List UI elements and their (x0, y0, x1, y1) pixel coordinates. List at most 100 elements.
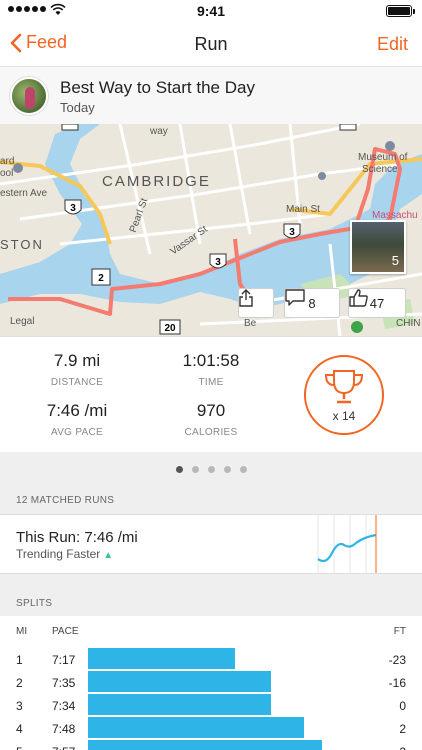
calories-label: CALORIES (184, 427, 238, 438)
kudos-count: 47 (369, 295, 385, 311)
time-label: TIME (198, 377, 224, 388)
stat-avg-pace: 7:46 /mi AVG PACE (12, 401, 142, 438)
page-dot[interactable] (207, 465, 215, 473)
thumbs-up-icon (349, 289, 368, 307)
stat-calories: 970 CALORIES (146, 401, 276, 438)
split-bar (88, 671, 271, 692)
map-label-harvard: ard (0, 156, 14, 167)
map-label-legal: Legal (10, 316, 34, 327)
split-pace: 7:35 (52, 676, 76, 690)
activity-date: Today (60, 100, 95, 115)
trend-text: Trending Faster ▲ (16, 547, 113, 561)
avatar[interactable] (10, 77, 48, 115)
distance-value: 7.9 mi (53, 351, 101, 370)
page-dot[interactable] (175, 465, 183, 473)
svg-text:3: 3 (70, 203, 76, 214)
battery-icon (386, 5, 415, 17)
map-label-museum: Museum of (358, 152, 408, 163)
route-shield: 3 (283, 223, 301, 239)
split-mile: 3 (16, 699, 23, 713)
photo-thumbnail[interactable]: 5 (350, 220, 406, 274)
map-label-main: Main St (286, 204, 320, 215)
split-elevation: 0 (399, 699, 406, 713)
map-label-way: way (149, 126, 168, 137)
stats-panel: 7.9 mi DISTANCE 1:01:58 TIME 7:46 /mi AV… (0, 336, 422, 452)
splits-table: MI PACE FT 17:17-2327:35-1637:34047:4825… (0, 616, 422, 750)
trend-up-icon: ▲ (103, 550, 114, 561)
split-mile: 5 (16, 745, 23, 750)
split-row: 2 7:35 -16 (0, 671, 422, 693)
map-label-bvd: Be (244, 318, 257, 329)
svg-text:3: 3 (215, 257, 221, 268)
map-label-science: Science (362, 164, 398, 175)
split-bar (88, 717, 304, 738)
split-mile: 1 (16, 653, 23, 667)
route-shield: 3 (209, 253, 227, 269)
split-pace: 7:17 (52, 653, 76, 667)
split-row: 4 7:48 2 (0, 717, 422, 739)
comments-button[interactable]: 8 (284, 288, 340, 318)
split-mile: 4 (16, 722, 23, 736)
page-title: Run (194, 34, 228, 54)
map-label-school: ool (0, 168, 13, 179)
matched-runs-row[interactable]: This Run: 7:46 /mi Trending Faster ▲ (0, 514, 422, 574)
page-dot[interactable] (239, 465, 247, 473)
trend-sparkline (317, 515, 377, 573)
activity-header[interactable]: Best Way to Start the Day Today (0, 66, 422, 124)
stat-time: 1:01:58 TIME (146, 351, 276, 388)
status-time: 9:41 (196, 3, 226, 19)
map-label-boston: STON (0, 237, 44, 252)
edit-button[interactable]: Edit (377, 34, 408, 55)
time-value: 1:01:58 (182, 351, 240, 370)
page-indicator[interactable] (0, 452, 422, 486)
stat-distance: 7.9 mi DISTANCE (12, 351, 142, 388)
splits-col-pace: PACE (52, 626, 79, 637)
comment-icon (285, 289, 305, 306)
split-bar (88, 740, 322, 750)
split-row: 3 7:34 0 (0, 694, 422, 716)
svg-text:3: 3 (289, 227, 295, 238)
share-icon (239, 289, 253, 307)
splits-col-mi: MI (16, 626, 28, 637)
split-pace: 7:34 (52, 699, 76, 713)
matched-runs-header: 12 MATCHED RUNS (0, 486, 422, 514)
map-label-western: estern Ave (0, 188, 48, 199)
status-bar: 9:41 (0, 0, 422, 22)
split-elevation: 2 (399, 745, 406, 750)
split-mile: 2 (16, 676, 23, 690)
split-row: 1 7:17 -23 (0, 648, 422, 670)
route-map[interactable]: CAMBRIDGE Pearl St Vassar St Main St est… (0, 124, 422, 336)
distance-label: DISTANCE (50, 377, 104, 388)
photo-count: 5 (391, 253, 399, 268)
svg-text:20: 20 (164, 323, 176, 334)
route-shield: 2 (91, 268, 111, 286)
achievements-button[interactable]: x 14 (304, 355, 384, 435)
this-run-pace: This Run: 7:46 /mi (16, 529, 138, 546)
split-pace: 7:48 (52, 722, 76, 736)
split-bar (88, 648, 235, 669)
calories-value: 970 (196, 401, 226, 420)
split-elevation: -16 (388, 676, 406, 690)
route-shield: 20 (159, 319, 181, 335)
trend-label: Trending Faster (16, 547, 101, 561)
share-button[interactable] (238, 288, 274, 318)
split-row: 5 7:57 2 (0, 740, 422, 750)
split-elevation: -23 (388, 653, 406, 667)
activity-title: Best Way to Start the Day (60, 78, 255, 97)
page-dot[interactable] (223, 465, 231, 473)
map-label-chin: CHIN (396, 318, 420, 329)
kudos-button[interactable]: 47 (348, 288, 406, 318)
trophy-count: x 14 (332, 409, 356, 423)
comments-count: 8 (308, 295, 316, 311)
avg-pace-value: 7:46 /mi (46, 401, 108, 420)
splits-col-ft: FT (393, 626, 406, 637)
nav-bar: Feed Run Edit (0, 22, 422, 66)
split-bar (88, 694, 271, 715)
map-label-vassar: Vassar St (168, 224, 209, 258)
trophy-icon (324, 370, 364, 404)
map-label-cambridge: CAMBRIDGE (102, 173, 211, 190)
svg-text:2: 2 (98, 273, 104, 284)
split-pace: 7:57 (52, 745, 75, 750)
avg-pace-label: AVG PACE (50, 427, 104, 438)
page-dot[interactable] (191, 465, 199, 473)
